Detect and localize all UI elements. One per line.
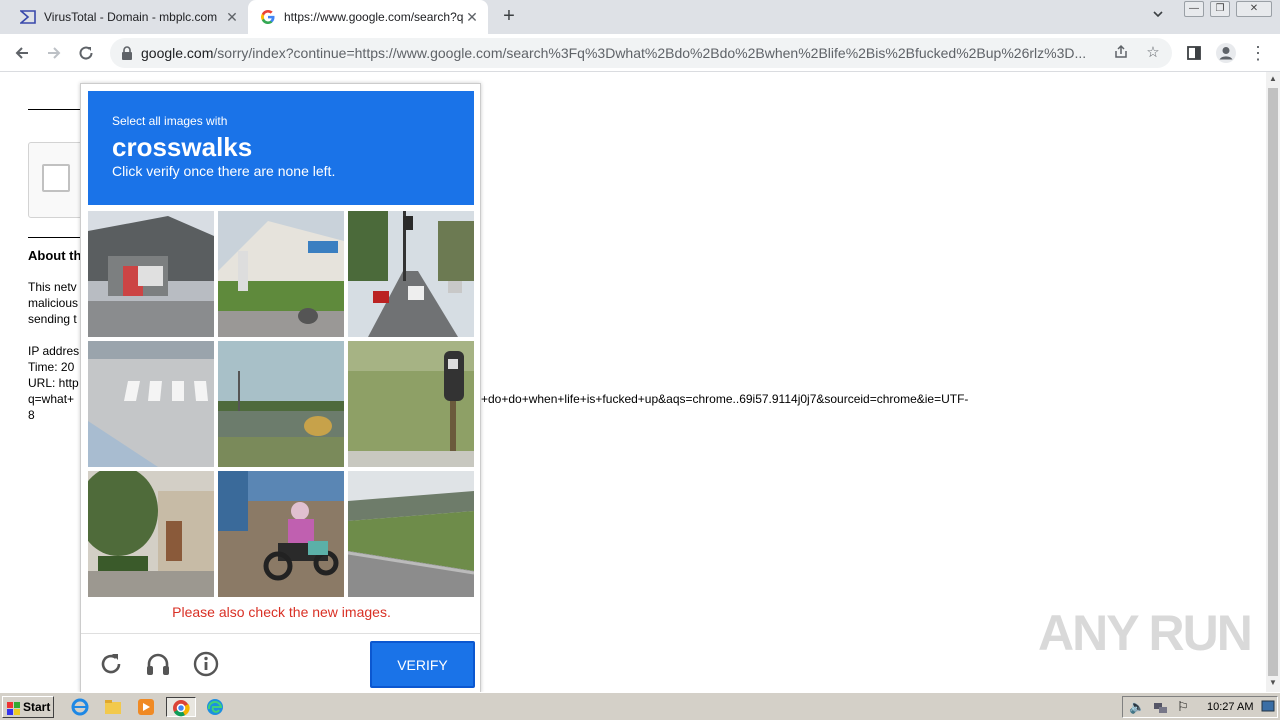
tab-title: VirusTotal - Domain - mbplc.com	[44, 10, 218, 24]
ie-icon[interactable]	[70, 697, 92, 717]
profile-avatar-icon[interactable]	[1214, 42, 1238, 64]
image-tile[interactable]	[348, 341, 474, 467]
windows-taskbar: Start 🔈 ⚐ 10:27 AM	[0, 692, 1280, 720]
close-window-button[interactable]: ✕	[1236, 1, 1272, 17]
file-explorer-icon[interactable]	[103, 697, 125, 717]
challenge-subtitle: Select all images with	[112, 114, 228, 128]
body-line: This netv	[28, 280, 77, 294]
share-icon[interactable]	[1112, 44, 1130, 62]
url-text: google.com/sorry/index?continue=https://…	[141, 45, 1087, 61]
close-tab-icon[interactable]: ✕	[224, 9, 240, 25]
scroll-up-arrow-icon[interactable]: ▲	[1266, 72, 1280, 86]
image-tile[interactable]	[348, 211, 474, 337]
menu-kebab-icon[interactable]: ⋮	[1246, 42, 1270, 64]
image-tile[interactable]	[218, 341, 344, 467]
image-tile[interactable]	[88, 341, 214, 467]
time-label: Time: 20	[28, 360, 75, 374]
speaker-icon[interactable]: 🔈	[1129, 699, 1145, 715]
image-tile[interactable]	[218, 471, 344, 597]
anyrun-watermark: ANY RUN	[1038, 605, 1253, 661]
bookmark-star-icon[interactable]: ☆	[1144, 44, 1162, 62]
body-line: sending t	[28, 312, 77, 326]
body-line: malicious	[28, 296, 79, 310]
start-label: Start	[23, 700, 51, 714]
challenge-footer: VERIFY	[81, 633, 480, 693]
tab-search-chevron-icon[interactable]	[1152, 8, 1164, 23]
side-panel-icon[interactable]	[1182, 42, 1206, 64]
query-start: q=what+	[28, 392, 75, 406]
chrome-taskbar-icon[interactable]	[166, 697, 196, 717]
tab-google-search[interactable]: https://www.google.com/search?q= ✕	[248, 0, 488, 34]
minimize-button[interactable]: —	[1184, 1, 1204, 17]
divider	[28, 237, 80, 238]
query-text: +do+do+when+life+is+fucked+up&aqs=chrome…	[481, 392, 969, 406]
verify-button[interactable]: VERIFY	[370, 641, 475, 688]
action-center-flag-icon[interactable]: ⚐	[1177, 699, 1189, 715]
image-tile[interactable]	[218, 211, 344, 337]
scroll-down-arrow-icon[interactable]: ▼	[1266, 676, 1280, 690]
windows-logo-icon	[7, 701, 20, 715]
reload-icon[interactable]	[74, 42, 98, 64]
about-heading: About th	[28, 248, 82, 263]
scroll-thumb[interactable]	[1268, 88, 1278, 676]
browser-toolbar: google.com/sorry/index?continue=https://…	[0, 34, 1280, 72]
edge-icon[interactable]	[205, 697, 227, 717]
virustotal-icon	[20, 9, 36, 25]
forward-arrow-icon[interactable]	[42, 42, 66, 64]
back-arrow-icon[interactable]	[10, 42, 34, 64]
reload-challenge-icon[interactable]	[97, 650, 125, 678]
challenge-instruction: Click verify once there are none left.	[112, 163, 336, 179]
divider	[28, 109, 80, 110]
image-grid	[88, 211, 474, 597]
recaptcha-challenge-dialog: Select all images with crosswalks Click …	[80, 83, 481, 693]
info-icon[interactable]	[192, 650, 220, 678]
close-tab-icon[interactable]: ✕	[464, 9, 480, 25]
new-tab-button[interactable]: +	[498, 6, 520, 28]
page-scrollbar[interactable]: ▲ ▼	[1266, 72, 1280, 692]
tab-strip: VirusTotal - Domain - mbplc.com ✕ https:…	[0, 0, 1280, 34]
show-desktop-icon[interactable]	[1261, 700, 1275, 719]
start-button[interactable]: Start	[2, 696, 54, 718]
restore-button[interactable]: ❐	[1210, 1, 1230, 17]
recaptcha-checkbox[interactable]	[42, 164, 70, 192]
image-tile[interactable]	[348, 471, 474, 597]
tab-virustotal[interactable]: VirusTotal - Domain - mbplc.com ✕	[8, 0, 248, 34]
image-tile[interactable]	[88, 471, 214, 597]
audio-challenge-headphones-icon[interactable]	[144, 650, 172, 678]
url-label: URL: http	[28, 376, 79, 390]
address-bar[interactable]: google.com/sorry/index?continue=https://…	[110, 38, 1172, 68]
challenge-target: crosswalks	[112, 132, 253, 162]
ip-label: IP addres	[28, 344, 80, 358]
error-message: Please also check the new images.	[172, 604, 391, 620]
clock[interactable]: 10:27 AM	[1207, 701, 1253, 713]
query-end: 8	[28, 408, 35, 422]
media-player-icon[interactable]	[136, 697, 158, 717]
recaptcha-widget	[28, 142, 88, 218]
google-icon	[260, 9, 276, 25]
tab-title: https://www.google.com/search?q=	[284, 10, 464, 24]
network-icon[interactable]	[1153, 700, 1169, 721]
system-tray: 🔈 ⚐ 10:27 AM	[1122, 696, 1278, 718]
image-tile[interactable]	[88, 211, 214, 337]
lock-icon[interactable]	[120, 45, 134, 61]
challenge-header: Select all images with crosswalks Click …	[88, 91, 474, 205]
